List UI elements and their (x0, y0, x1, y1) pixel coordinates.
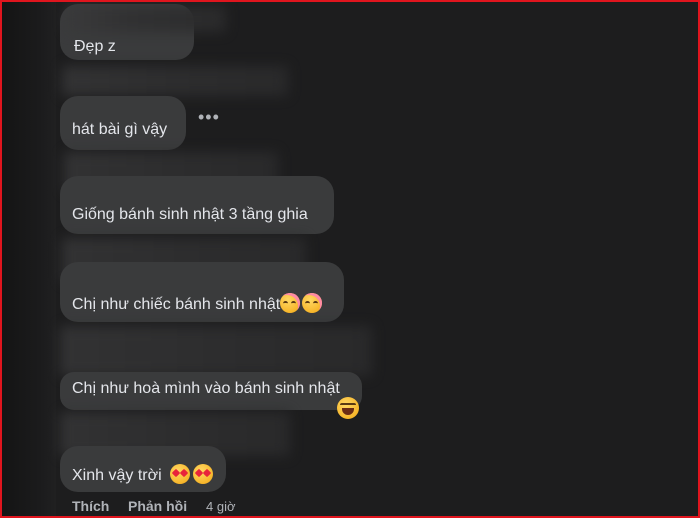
heart-eyes-emoji-icon (192, 464, 213, 484)
ellipsis-icon[interactable]: ••• (198, 108, 220, 126)
laughing-emoji-icon (337, 397, 359, 419)
comment-text: Giống bánh sinh nhật 3 tầng ghia (72, 206, 308, 223)
comment-text: Xinh vậy trời (72, 464, 213, 485)
comment-timestamp: 4 giờ (206, 499, 236, 514)
blurred-author-name (62, 66, 288, 96)
reply-link[interactable]: Phản hồi (128, 498, 187, 514)
comment-bubble[interactable]: Xinh vậy trời (60, 446, 226, 492)
comment-text: hát bài gì vậy (72, 121, 168, 138)
comment-text: Chị như chiếc bánh sinh nhật (72, 293, 323, 314)
comment-text: Chị như hoà mình vào bánh sinh nhật (72, 380, 340, 397)
comment-bubble[interactable]: hát bài gì vậy (60, 96, 186, 150)
comment-bubble[interactable]: Đẹp z (60, 4, 226, 60)
heart-eyes-emoji-icon (169, 464, 190, 484)
like-link[interactable]: Thích (72, 498, 109, 514)
blurred-author-name (60, 326, 372, 376)
blurred-author-name (66, 6, 226, 32)
comment-bubble[interactable]: Giống bánh sinh nhật 3 tầng ghia (60, 176, 334, 234)
comment-text-content: Chị như chiếc bánh sinh nhật (72, 296, 281, 313)
smiling-hearts-emoji-icon (280, 293, 301, 313)
comment-text: Đẹp z (74, 38, 116, 55)
avatar-column (0, 0, 56, 518)
comment-bubble[interactable]: Chị như hoà mình vào bánh sinh nhật (60, 372, 362, 410)
smiling-hearts-emoji-icon (302, 293, 323, 313)
comment-text-content: Xinh vậy trời (72, 467, 162, 484)
comment-bubble[interactable]: Chị như chiếc bánh sinh nhật (60, 262, 344, 322)
